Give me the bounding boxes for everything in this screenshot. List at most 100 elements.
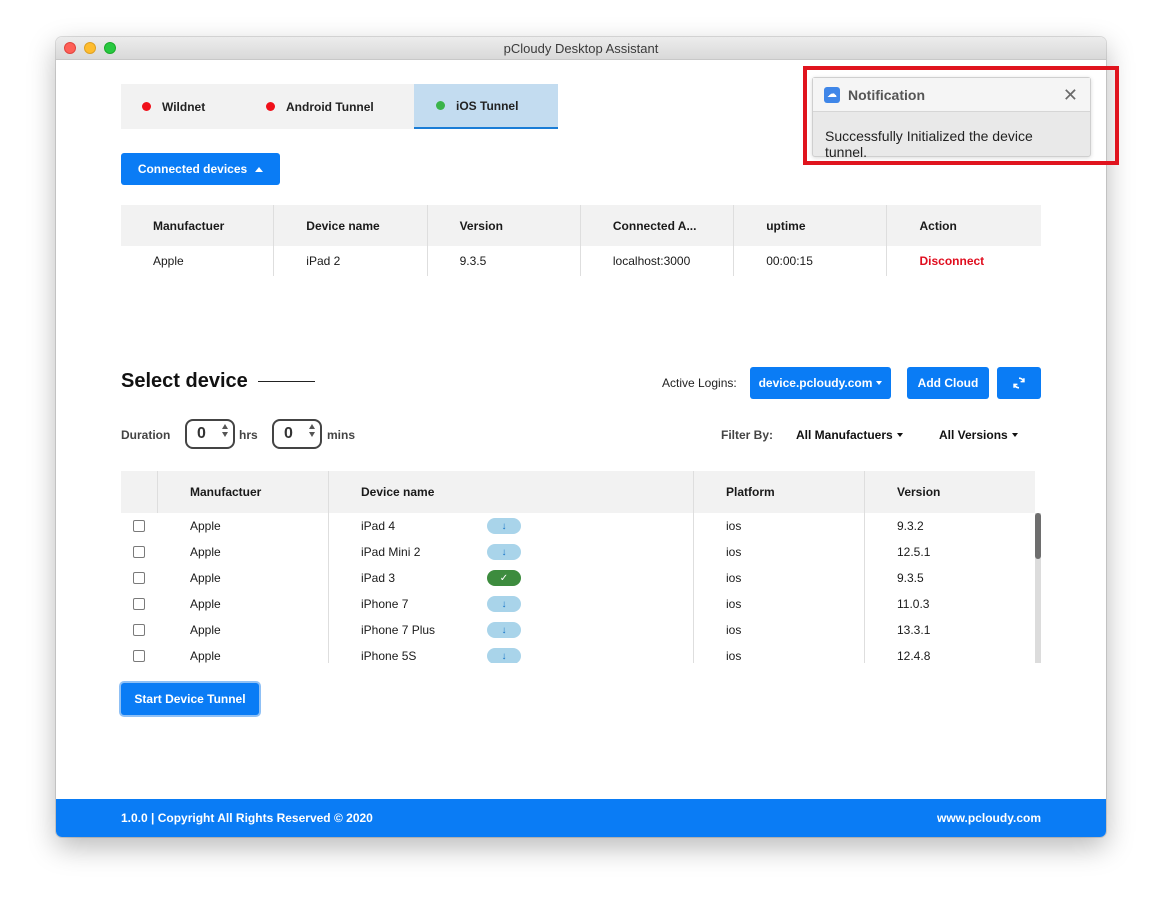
table-header: Manufactuer Device name Platform Version xyxy=(121,471,1035,513)
close-icon[interactable]: ✕ xyxy=(1063,85,1078,106)
device-name: iPhone 7 Plus xyxy=(361,623,436,637)
table-row[interactable]: Apple iPad 3 ✓ ios 9.3.5 xyxy=(121,565,1035,591)
device-name: iPad 4 xyxy=(361,519,396,533)
stepper-arrows-icon[interactable] xyxy=(222,424,228,437)
active-login-value: device.pcloudy.com xyxy=(758,376,873,390)
table-row[interactable]: Apple iPhone 7 Plus ↓ ios 13.3.1 xyxy=(121,617,1035,643)
active-login-dropdown[interactable]: device.pcloudy.com xyxy=(750,367,891,399)
version-filter-dropdown[interactable]: All Versions xyxy=(939,428,1018,442)
website-link[interactable]: www.pcloudy.com xyxy=(937,811,1041,825)
platform-cell: ios xyxy=(694,539,865,565)
tab-ios-tunnel[interactable]: iOS Tunnel xyxy=(414,84,558,129)
start-device-tunnel-button[interactable]: Start Device Tunnel xyxy=(121,683,259,715)
row-checkbox[interactable] xyxy=(133,650,145,662)
chevron-down-icon xyxy=(876,381,883,385)
device-name: iPhone 7 xyxy=(361,597,409,611)
column-header: Manufactuer xyxy=(158,471,329,513)
notification-message: Successfully Initialized the device tunn… xyxy=(825,128,1033,160)
tunnel-tabs: Wildnet Android Tunnel iOS Tunnel xyxy=(121,84,558,129)
row-checkbox[interactable] xyxy=(133,598,145,610)
platform-cell: ios xyxy=(694,591,865,617)
device-name-cell: iPad 2 xyxy=(274,246,428,276)
version-cell: 11.0.3 xyxy=(897,597,930,611)
hours-stepper[interactable]: 0 xyxy=(185,419,235,449)
refresh-button[interactable] xyxy=(997,367,1041,399)
minutes-value: 0 xyxy=(284,425,293,442)
hours-value: 0 xyxy=(197,425,206,442)
manufacturer-filter-dropdown[interactable]: All Manufactuers xyxy=(796,428,903,442)
refresh-icon xyxy=(1013,377,1025,389)
close-window-button[interactable] xyxy=(64,42,76,54)
zoom-window-button[interactable] xyxy=(104,42,116,54)
device-name: iPad 3 xyxy=(361,571,396,585)
version-cell: 9.3.5 xyxy=(897,571,924,585)
hours-unit-label: hrs xyxy=(239,428,258,442)
manufacturer-filter-value: All Manufactuers xyxy=(796,428,893,442)
address-cell: localhost:3000 xyxy=(581,246,735,276)
column-header: Connected A... xyxy=(581,205,735,246)
heading-divider xyxy=(258,381,315,382)
minutes-stepper[interactable]: 0 xyxy=(272,419,322,449)
window-controls xyxy=(64,42,116,54)
scrollbar-thumb[interactable] xyxy=(1035,513,1041,559)
row-checkbox[interactable] xyxy=(133,572,145,584)
filter-by-label: Filter By: xyxy=(721,428,774,442)
version-cell: 12.5.1 xyxy=(897,545,931,559)
column-header: Action xyxy=(919,218,957,233)
column-header: Version xyxy=(897,485,941,499)
app-icon: ☁ xyxy=(824,86,840,103)
action-cell: Disconnect xyxy=(887,246,1040,276)
duration-label: Duration xyxy=(121,428,171,442)
table-row[interactable]: Apple iPhone 7 ↓ ios 11.0.3 xyxy=(121,591,1035,617)
manufacturer-cell: Apple xyxy=(158,565,329,591)
download-icon: ↓ xyxy=(487,544,521,560)
table-header: Manufactuer Device name Version Connecte… xyxy=(121,205,1041,246)
status-dot-icon xyxy=(266,102,275,111)
version-cell: 13.3.1 xyxy=(897,623,931,637)
disconnect-link[interactable]: Disconnect xyxy=(919,254,984,268)
column-header: Device name xyxy=(274,205,428,246)
download-icon: ↓ xyxy=(487,648,521,663)
device-name: iPad Mini 2 xyxy=(361,545,421,559)
device-name-cell: iPad Mini 2 ↓ xyxy=(329,539,694,565)
table-row[interactable]: Apple iPad Mini 2 ↓ ios 12.5.1 xyxy=(121,539,1035,565)
status-dot-icon xyxy=(436,101,445,110)
tab-label: Wildnet xyxy=(162,99,206,114)
row-checkbox[interactable] xyxy=(133,520,145,532)
table-row: Apple iPad 2 9.3.5 localhost:3000 00:00:… xyxy=(121,246,1041,276)
version-cell: 12.4.8 xyxy=(897,649,931,663)
column-header: uptime xyxy=(734,205,888,246)
download-icon: ↓ xyxy=(487,622,521,638)
add-cloud-label: Add Cloud xyxy=(917,376,979,390)
device-table: Manufactuer Device name Platform Version… xyxy=(121,471,1041,663)
tab-label: iOS Tunnel xyxy=(456,98,519,113)
device-name-cell: iPhone 7 Plus ↓ xyxy=(329,617,694,643)
add-cloud-button[interactable]: Add Cloud xyxy=(907,367,989,399)
connected-devices-label: Connected devices xyxy=(137,162,248,176)
table-row[interactable]: Apple iPhone 5S ↓ ios 12.4.8 xyxy=(121,643,1035,663)
device-name: iPhone 5S xyxy=(361,649,417,663)
connected-devices-button[interactable]: Connected devices xyxy=(121,153,280,185)
tab-wildnet[interactable]: Wildnet xyxy=(121,84,244,129)
manufacturer-cell: Apple xyxy=(158,513,329,539)
device-name-cell: iPad 3 ✓ xyxy=(329,565,694,591)
status-dot-icon xyxy=(142,102,151,111)
table-row[interactable]: Apple iPad 4 ↓ ios 9.3.2 xyxy=(121,513,1035,539)
device-name-cell: iPhone 5S ↓ xyxy=(329,643,694,663)
platform-cell: ios xyxy=(694,643,865,663)
minimize-window-button[interactable] xyxy=(84,42,96,54)
minutes-unit-label: mins xyxy=(327,428,356,442)
tab-android-tunnel[interactable]: Android Tunnel xyxy=(244,84,414,129)
row-checkbox[interactable] xyxy=(133,624,145,636)
version-cell: 9.3.2 xyxy=(897,519,924,533)
manufacturer-cell: Apple xyxy=(158,643,329,663)
column-header: Manufactuer xyxy=(121,205,275,246)
table-scrollbar[interactable] xyxy=(1035,513,1041,663)
footer: 1.0.0 | Copyright All Rights Reserved © … xyxy=(56,799,1106,837)
column-header: Device name xyxy=(329,471,694,513)
stepper-arrows-icon[interactable] xyxy=(309,424,315,437)
select-device-heading: Select device xyxy=(121,370,248,392)
notification-header: ☁ Notification ✕ xyxy=(813,78,1090,112)
row-checkbox[interactable] xyxy=(133,546,145,558)
device-name-cell: iPad 4 ↓ xyxy=(329,513,694,539)
